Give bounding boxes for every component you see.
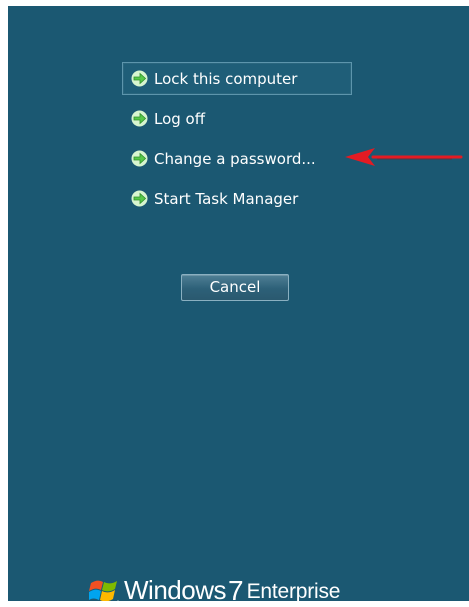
windows-7-enterprise-branding: Windows 7 Enterprise xyxy=(89,569,399,601)
arrow-right-icon xyxy=(131,190,148,207)
security-options-screen: Lock this computer Log off Change a pass… xyxy=(8,6,469,601)
change-password-label: Change a password... xyxy=(154,149,316,168)
start-task-manager-option[interactable]: Start Task Manager xyxy=(122,182,352,215)
log-off-option[interactable]: Log off xyxy=(122,102,352,135)
windows-version-text: 7 xyxy=(227,575,244,601)
windows-flag-icon xyxy=(89,580,119,601)
arrow-right-icon xyxy=(131,150,148,167)
lock-this-computer-label: Lock this computer xyxy=(154,69,298,88)
log-off-label: Log off xyxy=(154,109,206,128)
red-annotation-arrow xyxy=(345,148,463,166)
change-password-option[interactable]: Change a password... xyxy=(122,142,352,175)
windows-brand-text: Windows xyxy=(124,575,226,602)
start-task-manager-label: Start Task Manager xyxy=(154,189,299,208)
arrow-right-icon xyxy=(131,110,148,127)
windows-edition-text: Enterprise xyxy=(246,580,341,601)
lock-this-computer-option[interactable]: Lock this computer xyxy=(122,62,352,95)
arrow-right-icon xyxy=(131,70,148,87)
cancel-button[interactable]: Cancel xyxy=(181,274,289,301)
security-options-menu: Lock this computer Log off Change a pass… xyxy=(122,62,352,222)
